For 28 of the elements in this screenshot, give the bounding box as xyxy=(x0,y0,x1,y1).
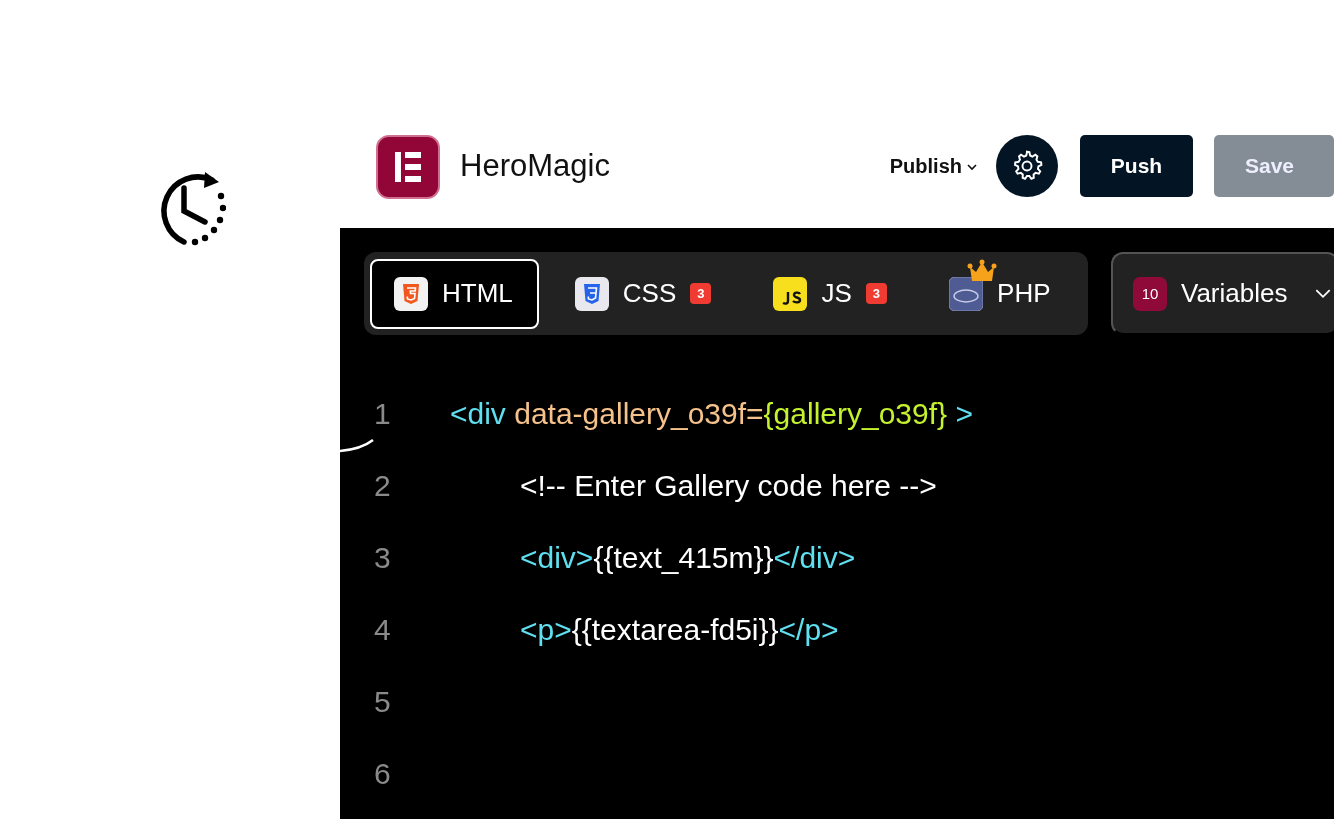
count-badge: 3 xyxy=(865,283,888,304)
app-name: HeroMagic xyxy=(460,148,610,184)
javascript-icon xyxy=(773,276,808,311)
caret-icon xyxy=(966,162,978,171)
app-logo xyxy=(376,135,440,199)
code-tab[interactable]: HTML xyxy=(370,258,539,329)
caret-icon xyxy=(1315,288,1332,299)
line-number: 2 xyxy=(373,469,392,503)
code-tab[interactable]: JS 3 xyxy=(749,258,914,329)
line-number: 4 xyxy=(373,613,392,647)
php-icon xyxy=(949,276,984,311)
code-tab[interactable]: PHP xyxy=(925,258,1077,329)
push-button[interactable]: Push xyxy=(1080,135,1193,197)
code-line: <p>{{textarea-fd5i}}</p> xyxy=(520,613,839,646)
line-number: 5 xyxy=(373,685,392,719)
code-line: <div data-gallery_o39f={gallery_o39f} > xyxy=(450,397,973,430)
variables-dropdown[interactable]: 10 Variables xyxy=(1111,252,1334,335)
count-badge: 3 xyxy=(690,283,712,304)
publish-dropdown[interactable]: Publish xyxy=(889,155,978,178)
code-line: <div>{{text_415m}}</div> xyxy=(520,541,856,574)
line-number: 6 xyxy=(373,757,392,791)
code-line: <!-- Enter Gallery code here --> xyxy=(520,469,937,502)
code-tab[interactable]: CSS 3 xyxy=(550,258,738,329)
css3-icon xyxy=(574,276,609,311)
html5-icon xyxy=(394,276,428,311)
line-number: 1 xyxy=(373,397,392,431)
line-number: 3 xyxy=(373,541,392,575)
count-badge: 10 xyxy=(1133,276,1167,311)
